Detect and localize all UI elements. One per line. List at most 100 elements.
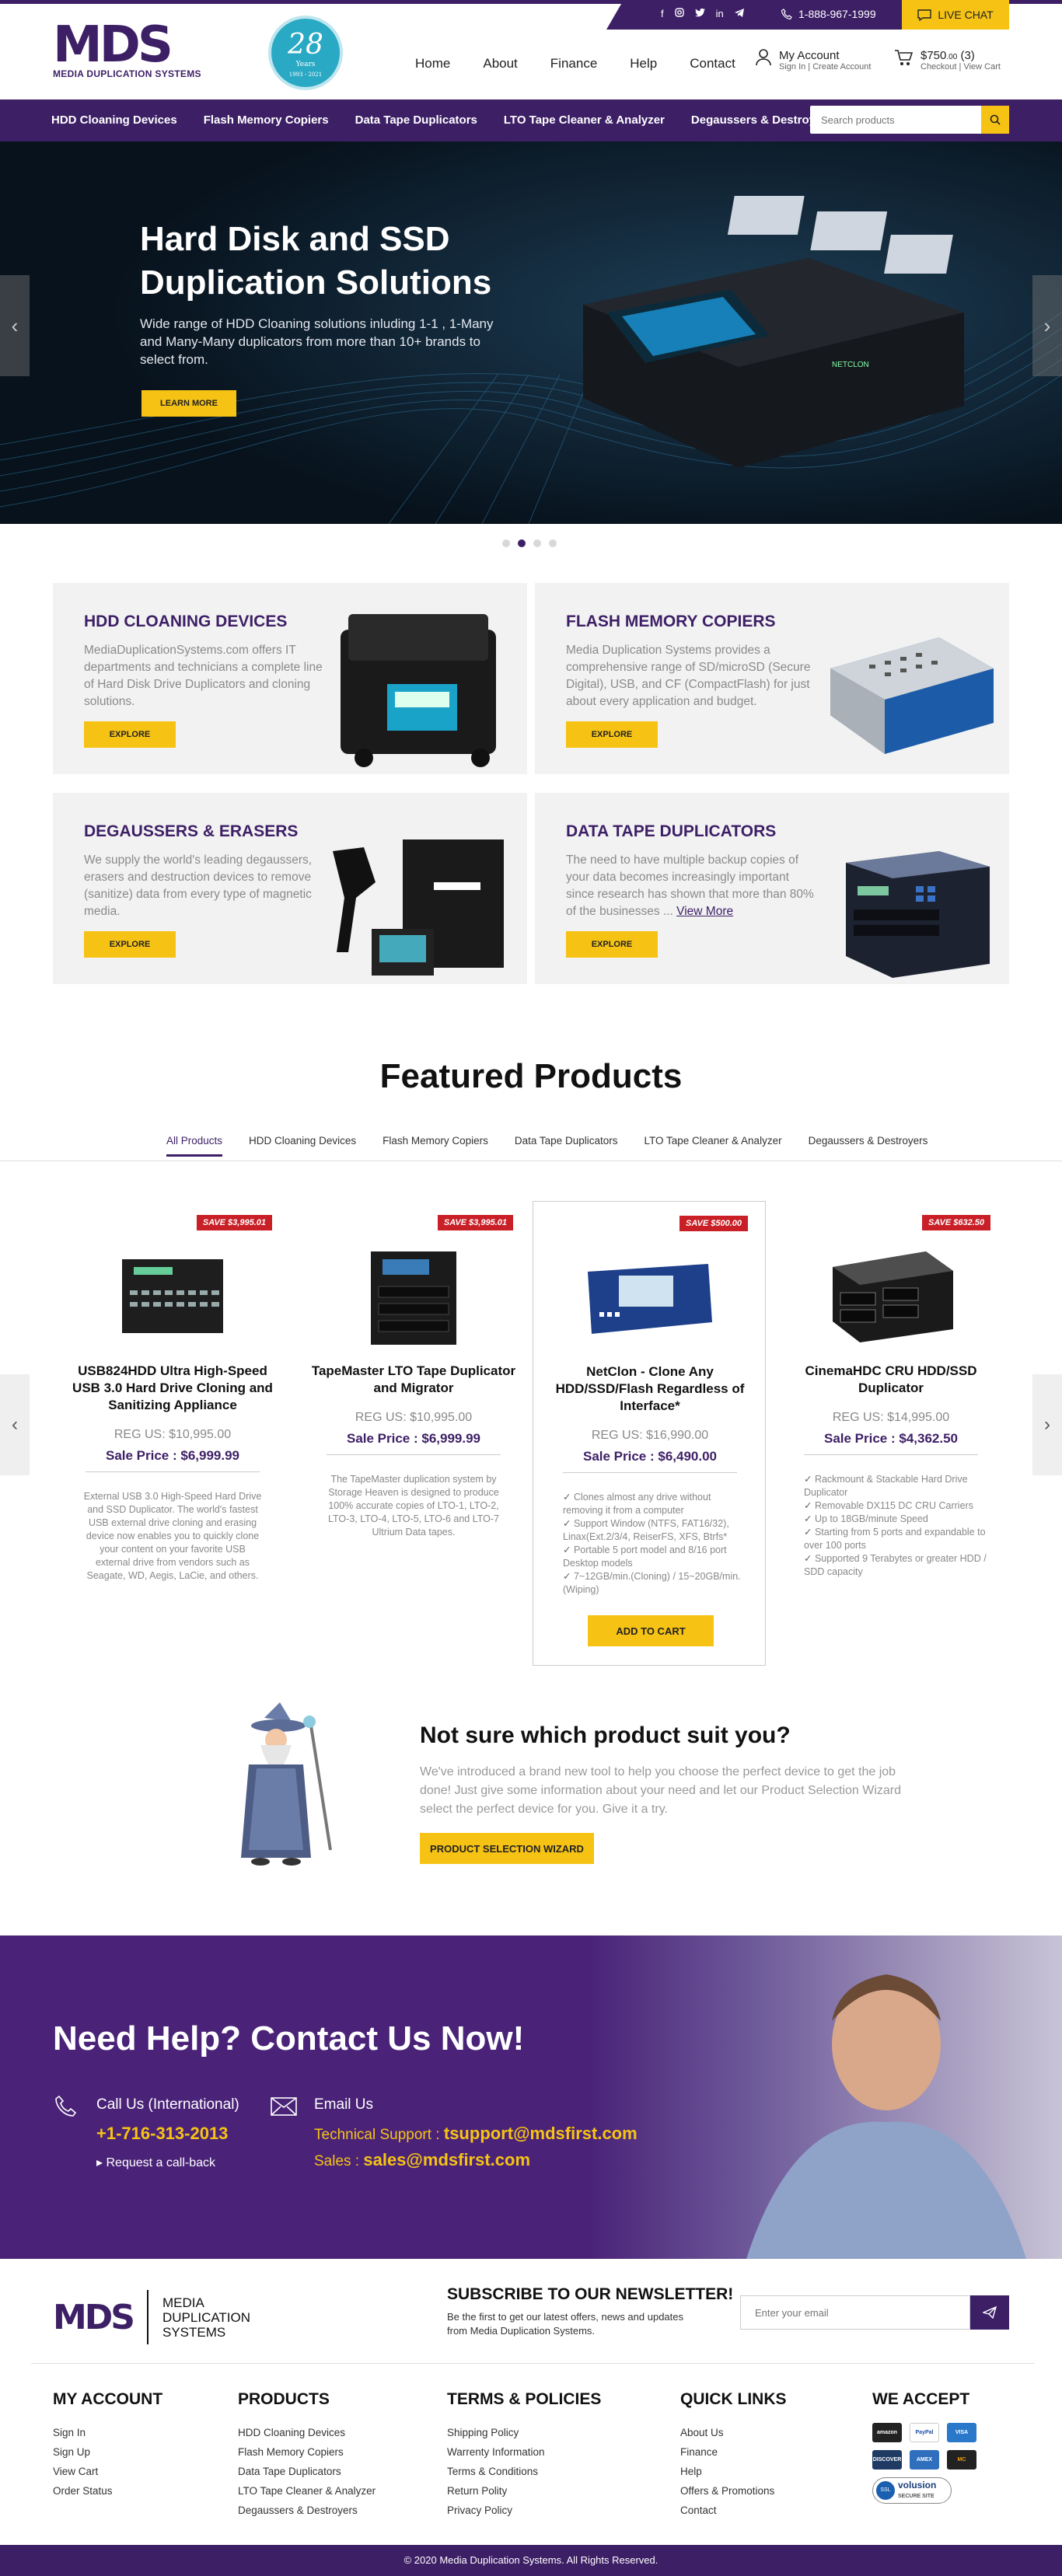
- nav-finance[interactable]: Finance: [550, 56, 597, 72]
- instagram-icon[interactable]: [674, 8, 684, 19]
- volusion-label: volusion SECURE SITE: [898, 2480, 936, 2501]
- tab-tape[interactable]: Data Tape Duplicators: [515, 1135, 618, 1157]
- send-icon: [983, 2306, 997, 2319]
- divider: [804, 1454, 978, 1455]
- linkedin-icon[interactable]: in: [716, 8, 724, 19]
- footer-logo[interactable]: MDS MEDIA DUPLICATION SYSTEMS: [53, 2290, 250, 2344]
- footer-link[interactable]: Return Polity: [447, 2481, 601, 2501]
- call-number[interactable]: +1-716-313-2013: [96, 2124, 228, 2144]
- feature-item: 7~12GB/min.(Cloning) / 15~20GB/min.(Wipi…: [563, 1570, 746, 1597]
- search-input[interactable]: [810, 106, 981, 134]
- slide-dot-3[interactable]: [533, 539, 541, 547]
- footer-link[interactable]: Terms & Conditions: [447, 2462, 601, 2481]
- cart-links[interactable]: Checkout | View Cart: [921, 62, 1001, 72]
- footer-link[interactable]: Privacy Policy: [447, 2501, 601, 2520]
- product-desc: External USB 3.0 High-Speed Hard Drive a…: [83, 1491, 262, 1581]
- site-logo[interactable]: MDS MEDIA DUPLICATION SYSTEMS: [53, 20, 201, 79]
- callback-link[interactable]: ▸ Request a call-back: [96, 2155, 215, 2170]
- cat-flash[interactable]: Flash Memory Copiers: [204, 113, 329, 127]
- newsletter-email-input[interactable]: [740, 2295, 970, 2330]
- tab-lto[interactable]: LTO Tape Cleaner & Analyzer: [644, 1135, 781, 1157]
- footer-accept: WE ACCEPT amazon PayPal VISA DISCOVER AM…: [872, 2390, 976, 2504]
- tech-email[interactable]: tsupport@mdsfirst.com: [444, 2124, 638, 2143]
- cat-hdd[interactable]: HDD Cloaning Devices: [51, 113, 177, 127]
- live-chat-button[interactable]: LIVE CHAT: [902, 0, 1009, 30]
- footer-link[interactable]: Sign In: [53, 2423, 162, 2442]
- footer-link[interactable]: Shipping Policy: [447, 2423, 601, 2442]
- logo-line: SYSTEMS: [162, 2324, 226, 2340]
- slide-dot-4[interactable]: [549, 539, 557, 547]
- footer-link[interactable]: HDD Cloaning Devices: [238, 2423, 376, 2442]
- product-card[interactable]: SAVE $3,995.01 TapeMaster LTO Tape Dupli…: [297, 1201, 530, 1667]
- cat-tape[interactable]: Data Tape Duplicators: [355, 113, 477, 127]
- wizard-illustration: [241, 1702, 332, 1866]
- footer-link[interactable]: Help: [680, 2462, 787, 2481]
- product-card[interactable]: SAVE $500.00 NetClon - Clone Any HDD/SSD…: [533, 1201, 766, 1666]
- product-card[interactable]: SAVE $632.50 CinemaHDC CRU HDD/SSD Dupli…: [774, 1201, 1008, 1667]
- card-flash-explore[interactable]: EXPLORE: [566, 721, 658, 748]
- facebook-icon[interactable]: f: [661, 8, 664, 19]
- learn-more-button[interactable]: LEARN MORE: [141, 390, 236, 417]
- product-name[interactable]: NetClon - Clone Any HDD/SSD/Flash Regard…: [541, 1363, 759, 1415]
- product-name[interactable]: TapeMaster LTO Tape Duplicator and Migra…: [305, 1363, 522, 1397]
- cart-cents: .00: [946, 53, 958, 61]
- nav-about[interactable]: About: [483, 56, 517, 72]
- tab-degaussers[interactable]: Degaussers & Destroyers: [809, 1135, 928, 1157]
- hero-next-arrow[interactable]: ›: [1032, 275, 1062, 376]
- badge-years: Years: [295, 60, 316, 68]
- tab-flash[interactable]: Flash Memory Copiers: [383, 1135, 488, 1157]
- slide-dot-2[interactable]: [518, 539, 526, 547]
- sales-email[interactable]: sales@mdsfirst.com: [363, 2150, 530, 2169]
- footer-logo-mark: MDS: [53, 2297, 135, 2337]
- footer-link[interactable]: Contact: [680, 2501, 787, 2520]
- payment-row: DISCOVER AMEX MC: [872, 2450, 976, 2470]
- feature-item: Starting from 5 ports and expandable to …: [804, 1526, 987, 1552]
- main-nav: Home About Finance Help Contact: [415, 56, 735, 72]
- footer-link[interactable]: View Cart: [53, 2462, 162, 2481]
- search-box: [810, 106, 1009, 134]
- footer-link[interactable]: Order Status: [53, 2481, 162, 2501]
- footer-link[interactable]: Finance: [680, 2442, 787, 2462]
- divider: [563, 1472, 737, 1473]
- footer-link[interactable]: Warrenty Information: [447, 2442, 601, 2462]
- cat-lto[interactable]: LTO Tape Cleaner & Analyzer: [504, 113, 665, 127]
- footer-link[interactable]: Flash Memory Copiers: [238, 2442, 376, 2462]
- telegram-icon[interactable]: [734, 8, 744, 19]
- my-account[interactable]: My Account Sign In | Create Account: [756, 49, 871, 72]
- card-degaussers-explore[interactable]: EXPLORE: [84, 931, 176, 958]
- hero-device-image: NETCLON: [583, 196, 964, 468]
- card-tape-explore[interactable]: EXPLORE: [566, 931, 658, 958]
- phone-icon: [781, 9, 792, 19]
- account-links[interactable]: Sign In | Create Account: [779, 62, 871, 72]
- view-more-link[interactable]: View More: [676, 905, 733, 918]
- tab-hdd[interactable]: HDD Cloaning Devices: [249, 1135, 356, 1157]
- footer-link[interactable]: Degaussers & Destroyers: [238, 2501, 376, 2520]
- footer-link[interactable]: Offers & Promotions: [680, 2481, 787, 2501]
- card-degaussers-title: DEGAUSSERS & ERASERS: [84, 822, 299, 840]
- hero-prev-arrow[interactable]: ‹: [0, 275, 30, 376]
- products-next-arrow[interactable]: ›: [1032, 1374, 1062, 1475]
- add-to-cart-button[interactable]: ADD TO CART: [588, 1615, 714, 1646]
- cart-widget[interactable]: $750.00 (3) Checkout | View Cart: [894, 49, 1001, 72]
- product-wizard-button[interactable]: PRODUCT SELECTION WIZARD: [420, 1833, 594, 1864]
- phone-link[interactable]: 1-888-967-1999: [781, 8, 876, 20]
- product-name[interactable]: CinemaHDC CRU HDD/SSD Duplicator: [782, 1363, 1000, 1397]
- slide-dot-1[interactable]: [502, 539, 510, 547]
- footer-link[interactable]: Sign Up: [53, 2442, 162, 2462]
- nav-home[interactable]: Home: [415, 56, 450, 72]
- newsletter-submit-button[interactable]: [970, 2295, 1009, 2330]
- twitter-icon[interactable]: [694, 8, 705, 19]
- call-label: Call Us (International): [96, 2096, 239, 2113]
- product-name[interactable]: USB824HDD Ultra High-Speed USB 3.0 Hard …: [64, 1363, 281, 1414]
- footer-link[interactable]: Data Tape Duplicators: [238, 2462, 376, 2481]
- search-button[interactable]: [981, 106, 1009, 134]
- footer-link[interactable]: About Us: [680, 2423, 787, 2442]
- card-hdd-explore[interactable]: EXPLORE: [84, 721, 176, 748]
- nav-help[interactable]: Help: [630, 56, 657, 72]
- card-degaussers-text: We supply the world's leading degaussers…: [84, 853, 313, 918]
- nav-contact[interactable]: Contact: [690, 56, 735, 72]
- footer-link[interactable]: LTO Tape Cleaner & Analyzer: [238, 2481, 376, 2501]
- tab-all-products[interactable]: All Products: [166, 1135, 223, 1157]
- product-card[interactable]: SAVE $3,995.01 USB824HDD Ultra High-Spee…: [56, 1201, 289, 1667]
- products-prev-arrow[interactable]: ‹: [0, 1374, 30, 1475]
